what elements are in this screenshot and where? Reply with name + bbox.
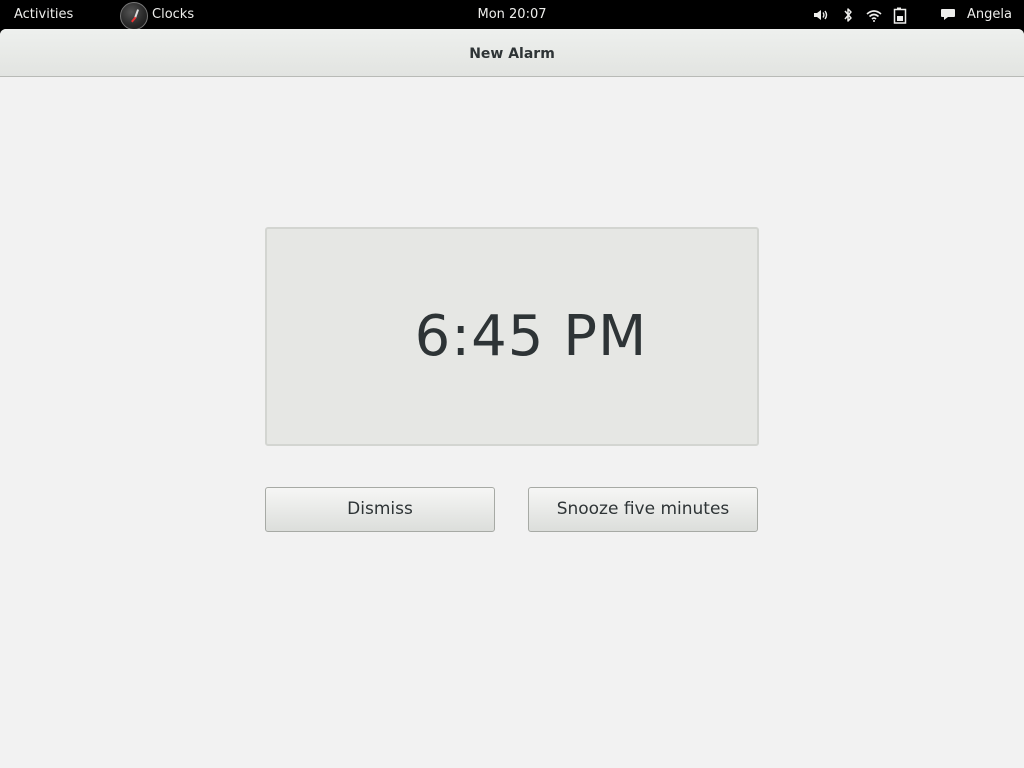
- volume-icon[interactable]: [812, 0, 830, 30]
- snooze-button[interactable]: Snooze five minutes: [528, 487, 758, 532]
- bluetooth-icon[interactable]: [841, 0, 855, 30]
- wifi-icon[interactable]: [866, 0, 882, 30]
- user-menu[interactable]: Angela: [967, 0, 1012, 30]
- window-title: New Alarm: [469, 46, 555, 62]
- chat-icon[interactable]: [939, 0, 957, 30]
- alarm-time: 6:45 PM: [414, 304, 648, 369]
- dismiss-button[interactable]: Dismiss: [265, 487, 495, 532]
- header-bar: New Alarm: [0, 29, 1024, 77]
- battery-icon[interactable]: [892, 0, 908, 30]
- top-bar: Activities Clocks Mon 20:07 Angela: [0, 0, 1024, 30]
- alarm-window: New Alarm 6:45 PM Dismiss Snooze five mi…: [0, 29, 1024, 768]
- alarm-time-display: 6:45 PM: [265, 227, 759, 446]
